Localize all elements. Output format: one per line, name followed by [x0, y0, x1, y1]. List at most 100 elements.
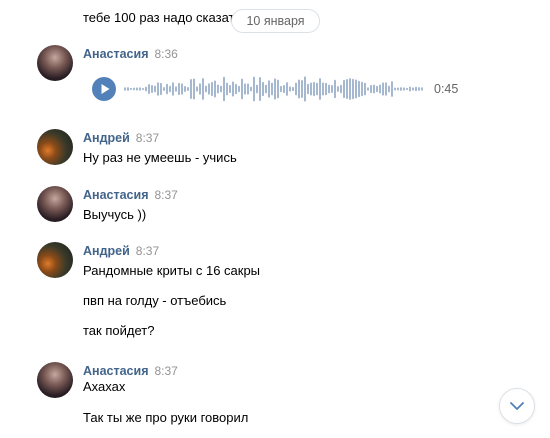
waveform-bar [196, 86, 198, 92]
waveform-bar [259, 76, 261, 102]
waveform-bar [298, 79, 300, 99]
waveform-bar [280, 85, 282, 93]
waveform-bar [385, 82, 387, 96]
waveform-bar [349, 78, 351, 100]
waveform-bar [271, 82, 273, 96]
waveform-bar [241, 78, 243, 100]
message-time: 8:37 [154, 364, 178, 378]
waveform-bar [178, 82, 180, 96]
waveform-bar [274, 78, 276, 100]
waveform-bar [214, 80, 216, 98]
waveform-bar [283, 84, 285, 94]
waveform-bar [130, 87, 132, 91]
avatar[interactable] [37, 129, 73, 165]
message-text: Так ты же про руки говорил [83, 410, 249, 425]
waveform-bar [340, 84, 342, 94]
waveform-bar [346, 79, 348, 99]
waveform-bar [235, 83, 237, 95]
waveform-bar [421, 87, 423, 91]
message-text: пвп на голду - отъебись [83, 293, 227, 308]
waveform-bar [391, 81, 393, 97]
avatar[interactable] [37, 242, 73, 278]
waveform-bar [217, 84, 219, 94]
scroll-down-button[interactable] [499, 388, 535, 424]
waveform-bar [220, 85, 222, 93]
message-time: 8:37 [135, 244, 160, 258]
waveform-bar [160, 82, 162, 96]
waveform-bar [175, 86, 177, 92]
waveform-bar [373, 84, 375, 94]
waveform-bar [154, 85, 156, 93]
waveform-bar [376, 85, 378, 93]
waveform-bar [409, 86, 411, 92]
waveform-bar [262, 81, 264, 97]
waveform-bar [229, 84, 231, 94]
author-name[interactable]: Анастасия [83, 47, 149, 61]
waveform-bar [223, 76, 225, 102]
waveform-bar [202, 78, 204, 100]
waveform-bar [268, 80, 270, 98]
waveform-bar [355, 79, 357, 99]
play-button[interactable] [92, 77, 116, 101]
waveform-bar [415, 86, 417, 92]
waveform-bar [301, 79, 303, 99]
waveform-bar [334, 79, 336, 99]
message-text: Выучусь )) [83, 207, 147, 222]
waveform-bar [361, 81, 363, 97]
author-name[interactable]: Анастасия [83, 364, 149, 378]
waveform-bar [199, 83, 201, 95]
waveform-bar [166, 83, 168, 95]
voice-duration: 0:45 [434, 82, 459, 96]
waveform-bar [289, 86, 291, 92]
author-name[interactable]: Андрей [83, 244, 130, 258]
waveform-bar [310, 82, 312, 96]
waveform-bar [337, 86, 339, 92]
message-text: Рандомные криты с 16 сакры [83, 263, 261, 278]
waveform-bar [322, 82, 324, 96]
waveform-bar [169, 85, 171, 93]
message-time: 8:36 [154, 47, 178, 61]
author-name[interactable]: Анастасия [83, 188, 149, 202]
waveform-bar [379, 84, 381, 94]
avatar[interactable] [37, 362, 73, 398]
waveform-bar [226, 82, 228, 96]
waveform-bar [157, 82, 159, 96]
waveform-bar [124, 87, 126, 91]
waveform-bar [247, 83, 249, 95]
waveform-bar [319, 78, 321, 100]
waveform-bar [244, 83, 246, 95]
avatar[interactable] [37, 45, 73, 81]
waveform-bar [352, 78, 354, 100]
waveform-bar [181, 83, 183, 95]
waveform-bar [286, 82, 288, 96]
author-name[interactable]: Андрей [83, 131, 130, 145]
waveform-bar [343, 79, 345, 99]
message-time: 8:37 [135, 131, 160, 145]
waveform-bar [211, 81, 213, 97]
waveform-bar [394, 87, 396, 91]
voice-waveform[interactable] [124, 74, 424, 104]
waveform-bar [400, 87, 402, 91]
waveform-bar [193, 78, 195, 100]
waveform-bar [250, 86, 252, 92]
waveform-bar [205, 85, 207, 93]
waveform-bar [292, 86, 294, 92]
waveform-bar [163, 86, 165, 92]
waveform-bar [208, 83, 210, 95]
waveform-bar [388, 85, 390, 93]
waveform-bar [127, 87, 129, 91]
previous-message-text: тебе 100 раз надо сказат [83, 10, 235, 25]
play-icon [101, 84, 110, 94]
waveform-bar [142, 87, 144, 91]
avatar[interactable] [37, 186, 73, 222]
date-separator: 10 января [231, 9, 320, 33]
waveform-bar [304, 76, 306, 102]
waveform-bar [190, 78, 192, 100]
waveform-bar [325, 82, 327, 96]
waveform-bar [397, 87, 399, 91]
waveform-bar [232, 81, 234, 97]
waveform-bar [406, 87, 408, 91]
message-text: так пойдет? [83, 323, 155, 338]
waveform-bar [295, 82, 297, 96]
waveform-bar [328, 84, 330, 94]
